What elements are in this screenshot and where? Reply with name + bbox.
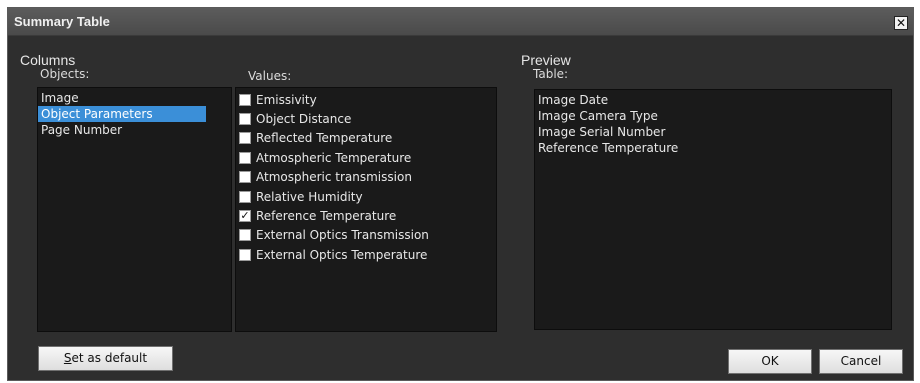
columns-heading: Columns [20, 52, 76, 68]
preview-table: Image Date Image Camera Type Image Serial … [534, 89, 892, 330]
checkbox-icon[interactable] [239, 171, 251, 184]
object-list-item[interactable]: Image [38, 90, 231, 106]
preview-row: Image Camera Type [538, 109, 658, 123]
value-label: External Optics Temperature [256, 247, 428, 262]
value-checkbox-row[interactable]: Reflected Temperature [236, 129, 496, 148]
value-checkbox-row[interactable]: Atmospheric transmission [236, 168, 496, 187]
objects-label: Objects: [40, 67, 90, 81]
value-label: Atmospheric transmission [256, 170, 412, 185]
value-checkbox-row[interactable]: External Optics Temperature [236, 245, 496, 264]
value-checkbox-row[interactable]: Object Distance [236, 109, 496, 128]
object-list-item[interactable]: Page Number [38, 122, 231, 138]
value-label: Reference Temperature [256, 209, 397, 224]
checkbox-icon[interactable] [239, 93, 251, 106]
cancel-button[interactable]: Cancel [819, 349, 903, 374]
checkbox-icon[interactable] [239, 132, 251, 145]
value-label: Relative Humidity [256, 189, 363, 204]
value-label: Emissivity [256, 92, 317, 107]
checkbox-icon[interactable] [239, 229, 251, 242]
object-list-item[interactable]: Object Parameters [38, 106, 206, 122]
set-default-label: et as default [71, 351, 148, 365]
checkbox-icon[interactable] [239, 190, 251, 203]
preview-row: Reference Temperature [538, 141, 679, 155]
checked-checkbox-icon[interactable]: ✓ [239, 210, 251, 223]
ok-button[interactable]: OK [728, 349, 812, 374]
set-as-default-button[interactable]: Set as default [38, 346, 173, 371]
value-label: External Optics Transmission [256, 228, 429, 243]
values-list[interactable]: Emissivity Object Distance Reflected Tempe… [235, 87, 497, 332]
checkbox-icon[interactable] [239, 151, 251, 164]
preview-row: Image Serial Number [538, 125, 666, 139]
set-default-mnemonic: S [63, 351, 72, 365]
checkbox-icon[interactable] [239, 113, 251, 126]
close-icon[interactable]: ✕ [894, 16, 908, 30]
dialog-title: Summary Table [14, 14, 110, 29]
checkbox-icon[interactable] [239, 248, 251, 261]
title-bar[interactable]: Summary Table ✕ [8, 8, 913, 36]
value-checkbox-row[interactable]: Atmospheric Temperature [236, 148, 496, 167]
objects-list[interactable]: Image Object Parameters Page Number [37, 87, 232, 332]
value-checkbox-row[interactable]: ✓ Reference Temperature [236, 206, 496, 225]
preview-heading: Preview [521, 52, 571, 68]
preview-row: Image Date [538, 93, 609, 107]
value-checkbox-row[interactable]: Relative Humidity [236, 187, 496, 206]
value-label: Object Distance [256, 112, 352, 127]
value-checkbox-row[interactable]: Emissivity [236, 90, 496, 109]
table-label: Table: [533, 67, 569, 81]
values-label: Values: [248, 69, 292, 83]
summary-table-dialog: Summary Table ✕ Columns Objects: Values:… [7, 7, 914, 381]
value-label: Atmospheric Temperature [256, 150, 412, 165]
value-checkbox-row[interactable]: External Optics Transmission [236, 226, 496, 245]
value-label: Reflected Temperature [256, 131, 393, 146]
